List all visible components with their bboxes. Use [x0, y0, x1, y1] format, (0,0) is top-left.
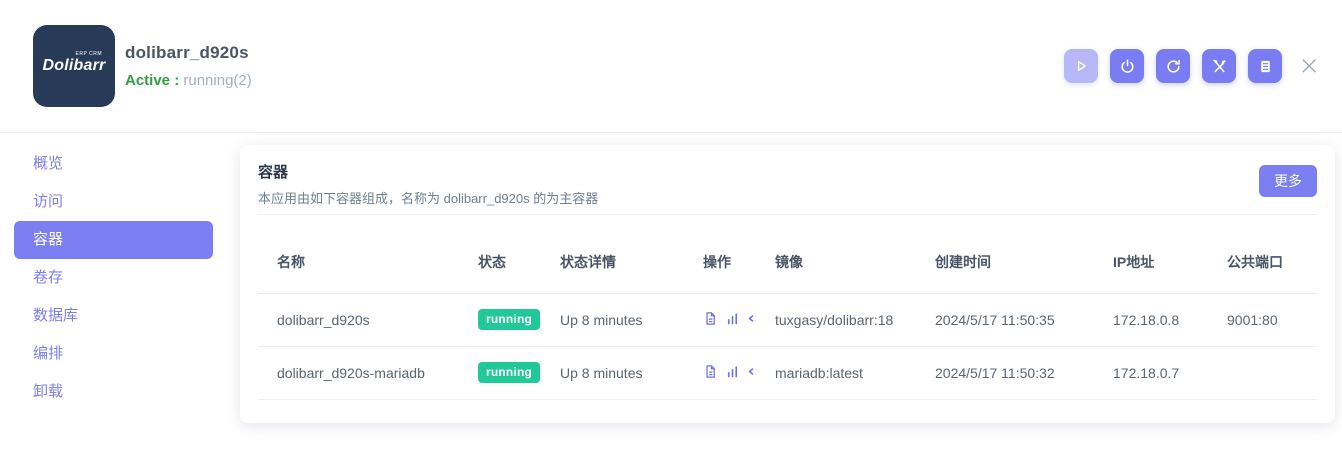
table-row: dolibarr_d920s-mariadb running Up 8 minu…	[258, 346, 1317, 399]
cell-name: dolibarr_d920s	[258, 293, 459, 346]
app-header: Dolibarr ERP CRM dolibarr_d920s Active :…	[0, 0, 1342, 133]
document-icon	[1257, 58, 1274, 75]
start-button[interactable]	[1064, 49, 1098, 83]
col-header-created: 创建时间	[916, 231, 1094, 293]
cell-ip: 172.18.0.8	[1094, 293, 1208, 346]
col-header-ip: IP地址	[1094, 231, 1208, 293]
bar-chart-icon[interactable]	[725, 364, 740, 379]
bar-chart-icon[interactable]	[725, 311, 740, 326]
status-badge: running	[478, 309, 540, 330]
logs-button[interactable]	[1248, 49, 1282, 83]
card-header: 容器 本应用由如下容器组成，名称为 dolibarr_d920s 的为主容器 更…	[258, 161, 1317, 215]
restart-icon	[1165, 58, 1182, 75]
play-icon	[1073, 58, 1089, 74]
cell-port: 9001:80	[1208, 293, 1317, 346]
card-title: 容器	[258, 161, 598, 182]
restart-button[interactable]	[1156, 49, 1190, 83]
app-logo: Dolibarr ERP CRM	[33, 25, 115, 107]
status-value: running(2)	[183, 72, 251, 89]
more-button[interactable]: 更多	[1259, 165, 1317, 197]
cell-created: 2024/5/17 11:50:35	[916, 293, 1094, 346]
close-icon[interactable]: ×	[1298, 53, 1320, 79]
sidebar-item-volumes[interactable]: 卷存	[14, 259, 213, 297]
cell-status-detail: Up 8 minutes	[541, 293, 684, 346]
file-text-icon[interactable]	[703, 311, 718, 326]
logo-subtext: ERP CRM	[76, 51, 102, 57]
containers-table: 名称 状态 状态详情 操作 镜像 创建时间 IP地址 公共端口 dolibarr…	[258, 231, 1317, 400]
sidebar-item-uninstall[interactable]: 卸载	[14, 373, 213, 411]
page-title: dolibarr_d920s	[125, 43, 252, 63]
col-header-image: 镜像	[756, 231, 916, 293]
cell-name: dolibarr_d920s-mariadb	[258, 346, 459, 399]
col-header-name: 名称	[258, 231, 459, 293]
sidebar-item-database[interactable]: 数据库	[14, 297, 213, 335]
main-area: 容器 本应用由如下容器组成，名称为 dolibarr_d920s 的为主容器 更…	[240, 133, 1342, 460]
sidebar-item-containers[interactable]: 容器	[14, 221, 213, 259]
table-row: dolibarr_d920s running Up 8 minutes tuxg…	[258, 293, 1317, 346]
sidebar-item-access[interactable]: 访问	[14, 183, 213, 221]
status-line: Active : running(2)	[125, 72, 252, 89]
row-actions	[703, 364, 756, 379]
cell-ip: 172.18.0.7	[1094, 346, 1208, 399]
tools-button[interactable]	[1202, 49, 1236, 83]
code-icon[interactable]	[747, 311, 756, 326]
cell-created: 2024/5/17 11:50:32	[916, 346, 1094, 399]
sidebar-item-overview[interactable]: 概览	[14, 145, 213, 183]
power-icon	[1119, 58, 1136, 75]
col-header-status-detail: 状态详情	[541, 231, 684, 293]
cell-image: mariadb:latest	[756, 346, 916, 399]
status-separator: :	[170, 72, 183, 89]
table-header-row: 名称 状态 状态详情 操作 镜像 创建时间 IP地址 公共端口	[258, 231, 1317, 293]
status-label: Active	[125, 72, 170, 89]
code-icon[interactable]	[747, 364, 756, 379]
tools-icon	[1211, 58, 1228, 75]
cell-image: tuxgasy/dolibarr:18	[756, 293, 916, 346]
title-block: dolibarr_d920s Active : running(2)	[125, 43, 252, 89]
row-actions	[703, 311, 756, 326]
cell-port	[1208, 346, 1317, 399]
header-action-buttons	[1064, 49, 1282, 83]
containers-card: 容器 本应用由如下容器组成，名称为 dolibarr_d920s 的为主容器 更…	[240, 145, 1335, 423]
col-header-actions: 操作	[684, 231, 756, 293]
stop-button[interactable]	[1110, 49, 1144, 83]
sidebar-item-compose[interactable]: 编排	[14, 335, 213, 373]
col-header-port: 公共端口	[1208, 231, 1317, 293]
card-subtitle: 本应用由如下容器组成，名称为 dolibarr_d920s 的为主容器	[258, 188, 598, 207]
col-header-status: 状态	[459, 231, 541, 293]
sidebar: 概览 访问 容器 卷存 数据库 编排 卸载	[0, 133, 240, 460]
logo-text: Dolibarr	[43, 57, 106, 75]
cell-status-detail: Up 8 minutes	[541, 346, 684, 399]
file-text-icon[interactable]	[703, 364, 718, 379]
status-badge: running	[478, 362, 540, 383]
